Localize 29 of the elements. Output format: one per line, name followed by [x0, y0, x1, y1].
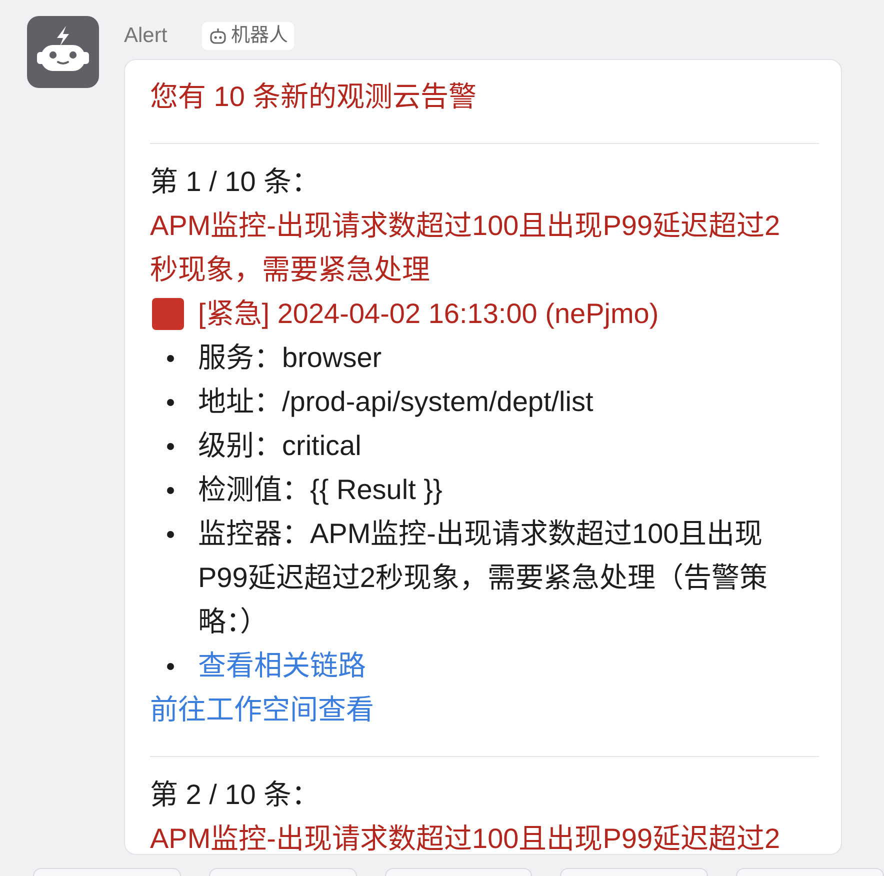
quick-reply-button[interactable] — [384, 868, 532, 876]
quick-reply-button[interactable] — [33, 868, 181, 876]
detail-text: 地址：/prod-api/system/dept/list — [198, 385, 594, 419]
detail-link[interactable]: 查看相关链路 — [198, 644, 366, 688]
bullet-icon — [167, 399, 174, 406]
bullet-icon — [167, 355, 174, 362]
tag-label: 机器人 — [231, 24, 288, 48]
alert-headline: APM监控-出现请求数超过100且出现P99延迟超过2秒现象，需要紧急处理 — [150, 209, 782, 287]
bullet-icon — [167, 443, 174, 450]
detail-text: 监控器：APM监控-出现请求数超过100且出现P99延迟超过2秒现象，需要紧急处理（告警策略：） — [198, 517, 768, 639]
alert-status: [紧急] 2024-04-02 16:13:00 (nePjmo) — [198, 297, 659, 331]
quick-reply-button[interactable] — [736, 868, 884, 876]
bullet-icon — [167, 487, 174, 494]
sender-name: Alert — [124, 23, 168, 49]
alert-counter: 第 2 / 10 条： — [150, 778, 321, 812]
workspace-link[interactable]: 前往工作空间查看 — [150, 688, 374, 732]
robot-avatar-icon — [27, 16, 99, 88]
alert-title: 您有 10 条新的观测云告警 — [150, 80, 478, 114]
detail-text: 服务：browser — [198, 341, 382, 375]
detail-text: 级别：critical — [198, 429, 362, 463]
alert-headline: APM监控-出现请求数超过100且出现P99延迟超过2 — [150, 822, 782, 854]
quick-reply-button[interactable] — [560, 868, 708, 876]
alert-counter: 第 1 / 10 条： — [150, 165, 321, 199]
quick-reply-button[interactable] — [208, 868, 357, 876]
bullet-icon — [167, 663, 174, 670]
robot-icon — [208, 26, 228, 46]
detail-text: 检测值：{{ Result }} — [198, 473, 442, 507]
bullet-icon — [167, 531, 174, 538]
square-icon — [152, 298, 184, 330]
